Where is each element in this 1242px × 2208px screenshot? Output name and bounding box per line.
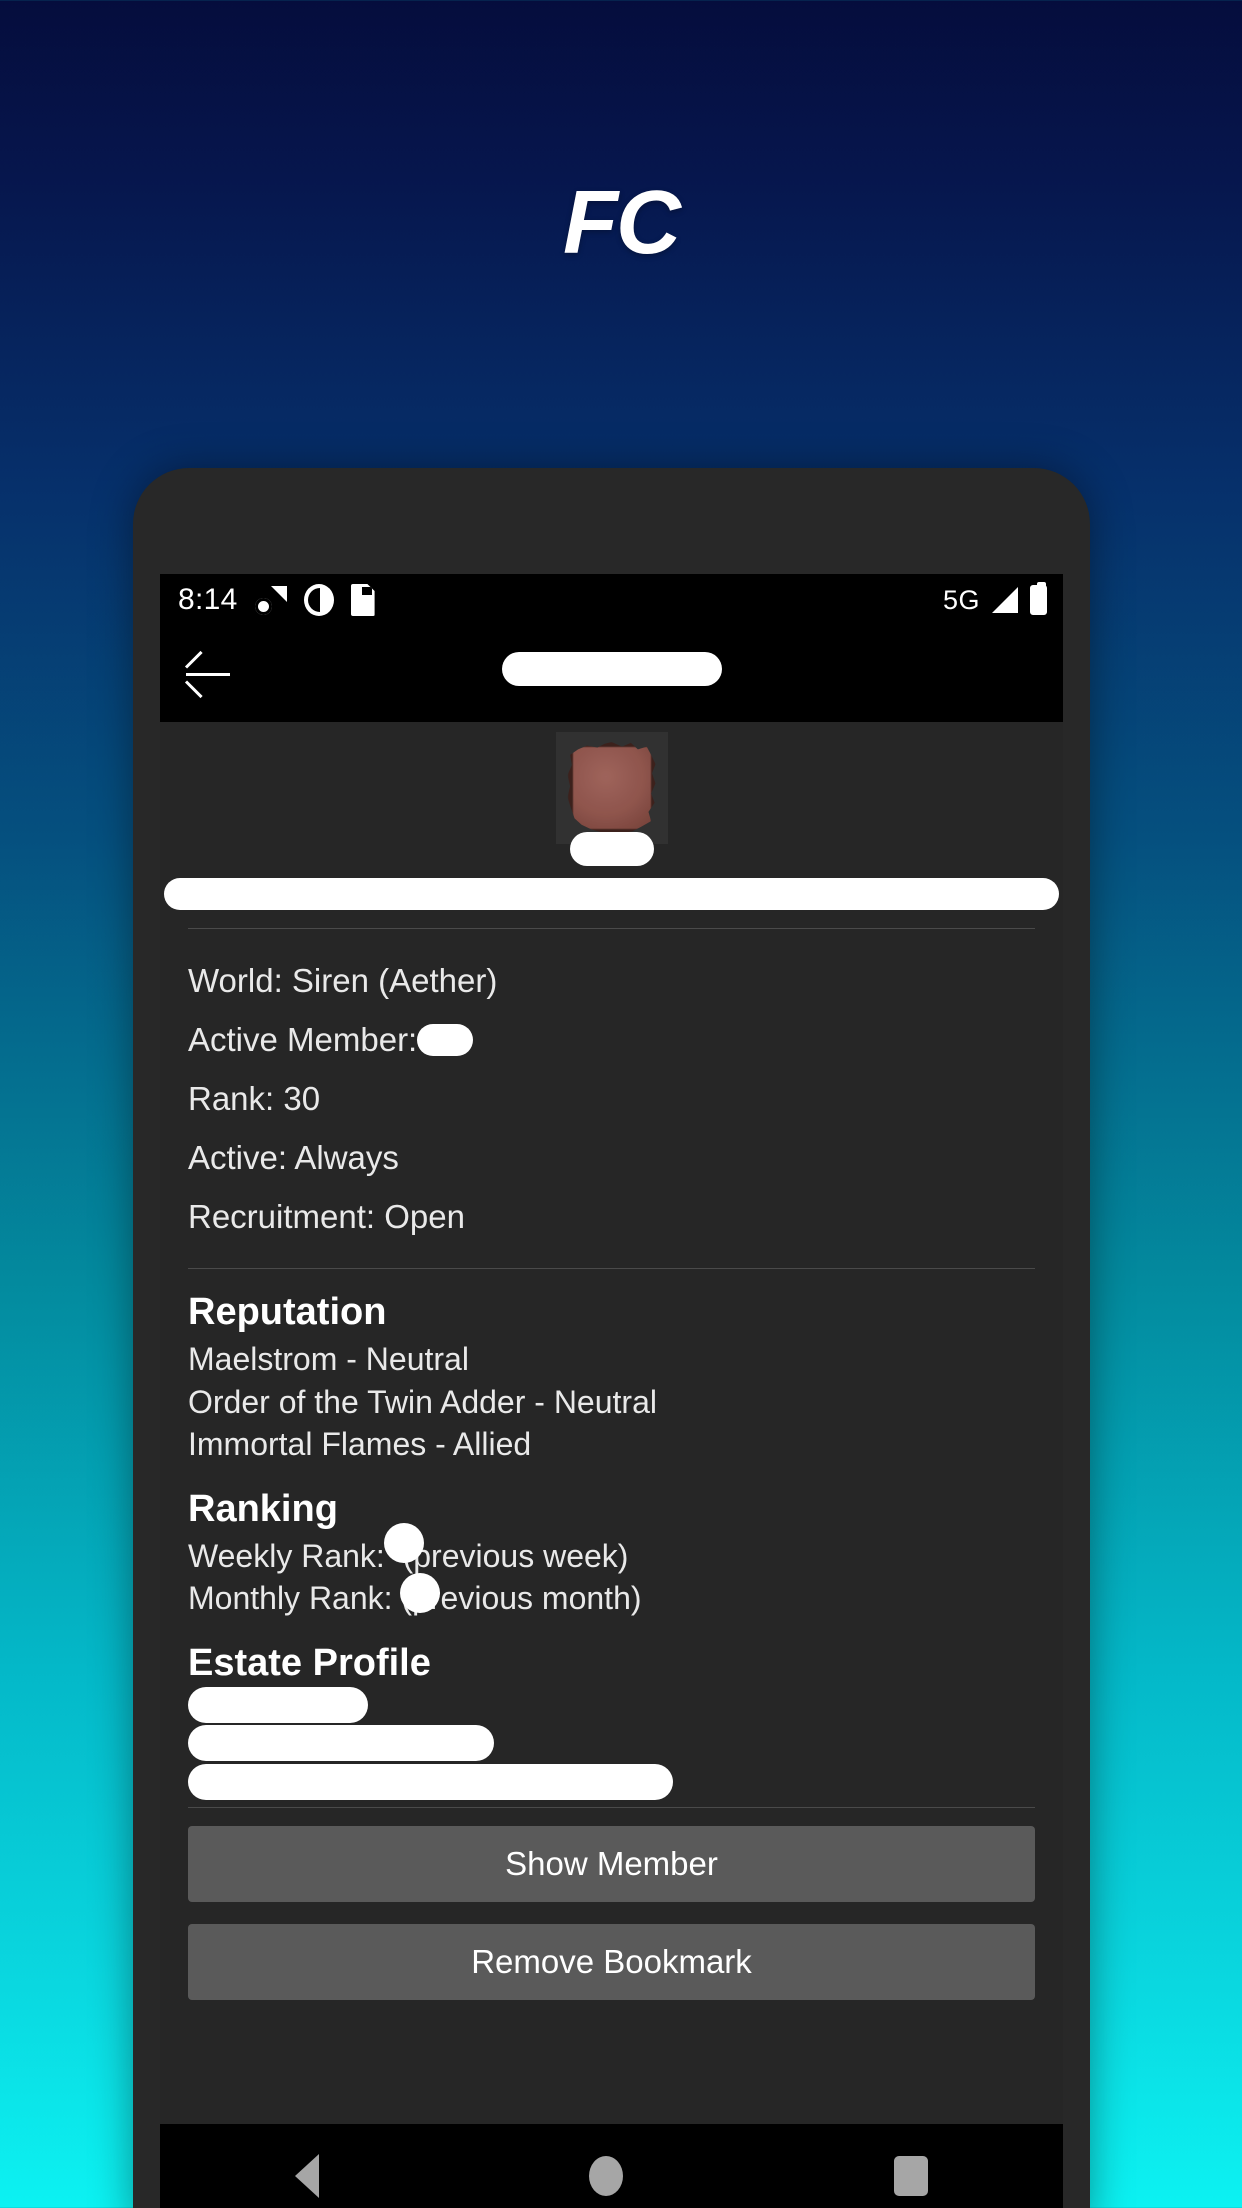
redaction-crest-name: [569, 832, 654, 866]
fc-details-block: World: Siren (Aether) Active Member: Ran…: [160, 929, 1063, 1250]
ranking-weekly-suffix: (previous week): [402, 1537, 629, 1574]
network-label: 5G: [942, 584, 980, 615]
phone-screen: 8:14 5G World: Siren (Aether) Active Mem…: [160, 574, 1063, 2208]
ranking-weekly: Weekly Rank: (previous week): [188, 1522, 1035, 1578]
redaction-estate-line-1: [188, 1686, 368, 1723]
redaction-fc-name: [164, 878, 1059, 910]
gear-wifi-icon: [254, 585, 287, 615]
ranking-weekly-prefix: Weekly Rank:: [188, 1537, 385, 1574]
reputation-entry-twin-adder: Order of the Twin Adder - Neutral: [188, 1383, 657, 1420]
status-bar-left: 8:14: [178, 583, 375, 617]
detail-active-text: Active: Always: [188, 1139, 399, 1176]
redaction-active-member: [417, 1023, 474, 1056]
detail-active-member: Active Member:: [188, 1010, 1035, 1069]
crest-area: [160, 722, 1063, 866]
android-nav-bar: [160, 2124, 1063, 2208]
estate-lines: [188, 1686, 1035, 1800]
redaction-monthly-rank: [400, 1573, 440, 1614]
ranking-monthly-prefix: Monthly Rank:: [188, 1580, 393, 1617]
detail-rank: Rank: 30: [188, 1069, 1035, 1128]
divider-details: [188, 1268, 1035, 1269]
estate-section: Estate Profile: [160, 1641, 1063, 1800]
sdcard-icon: [350, 584, 375, 616]
profile-content: World: Siren (Aether) Active Member: Ran…: [160, 722, 1063, 2000]
brand-logo-text: FC: [563, 173, 681, 273]
status-bar: 8:14 5G: [160, 574, 1063, 626]
fc-crest-image: [555, 732, 668, 844]
ranking-monthly: Monthly Rank: (previous month): [188, 1573, 1035, 1620]
ranking-title: Ranking: [188, 1487, 338, 1530]
app-bar: [160, 626, 1063, 722]
estate-title: Estate Profile: [188, 1641, 431, 1684]
ranking-section: Ranking Weekly Rank: (previous week) Mon…: [160, 1488, 1063, 1620]
detail-active-member-text: Active Member:: [188, 1021, 418, 1058]
reputation-entry-immortal-flames: Immortal Flames - Allied: [188, 1426, 532, 1463]
detail-recruitment-text: Recruitment: Open: [188, 1198, 465, 1235]
redaction-title: [501, 652, 722, 686]
moon-circle-icon: [303, 584, 334, 616]
remove-bookmark-button[interactable]: Remove Bookmark: [188, 1923, 1035, 2000]
redaction-estate-line-2: [188, 1724, 494, 1761]
nav-home-icon[interactable]: [589, 2156, 624, 2196]
detail-world-text: World: Siren (Aether): [188, 962, 498, 999]
status-bar-right: 5G: [942, 582, 1047, 616]
action-buttons: Show Member Remove Bookmark: [160, 1808, 1063, 2000]
redaction-weekly-rank: [384, 1522, 424, 1563]
detail-world: World: Siren (Aether): [188, 951, 1035, 1010]
status-time: 8:14: [178, 583, 238, 616]
detail-recruitment: Recruitment: Open: [188, 1187, 1035, 1246]
battery-icon: [1030, 582, 1047, 615]
reputation-entry-maelstrom: Maelstrom - Neutral: [188, 1341, 469, 1377]
detail-active: Active: Always: [188, 1128, 1035, 1187]
redaction-estate-line-3: [188, 1763, 673, 1800]
app-brand-logo: FC: [0, 178, 1242, 268]
detail-rank-text: Rank: 30: [188, 1080, 321, 1117]
nav-back-icon[interactable]: [295, 2154, 320, 2198]
show-member-button[interactable]: Show Member: [188, 1825, 1035, 1902]
reputation-section: Reputation Maelstrom - Neutral Order of …: [160, 1291, 1063, 1466]
nav-recents-icon[interactable]: [893, 2156, 928, 2196]
fc-name-row: [160, 878, 1063, 910]
phone-frame: 8:14 5G World: Siren (Aether) Active Mem…: [133, 468, 1090, 2208]
crest-shape: [567, 742, 656, 834]
signal-icon: [992, 587, 1018, 613]
reputation-title: Reputation: [188, 1291, 387, 1333]
